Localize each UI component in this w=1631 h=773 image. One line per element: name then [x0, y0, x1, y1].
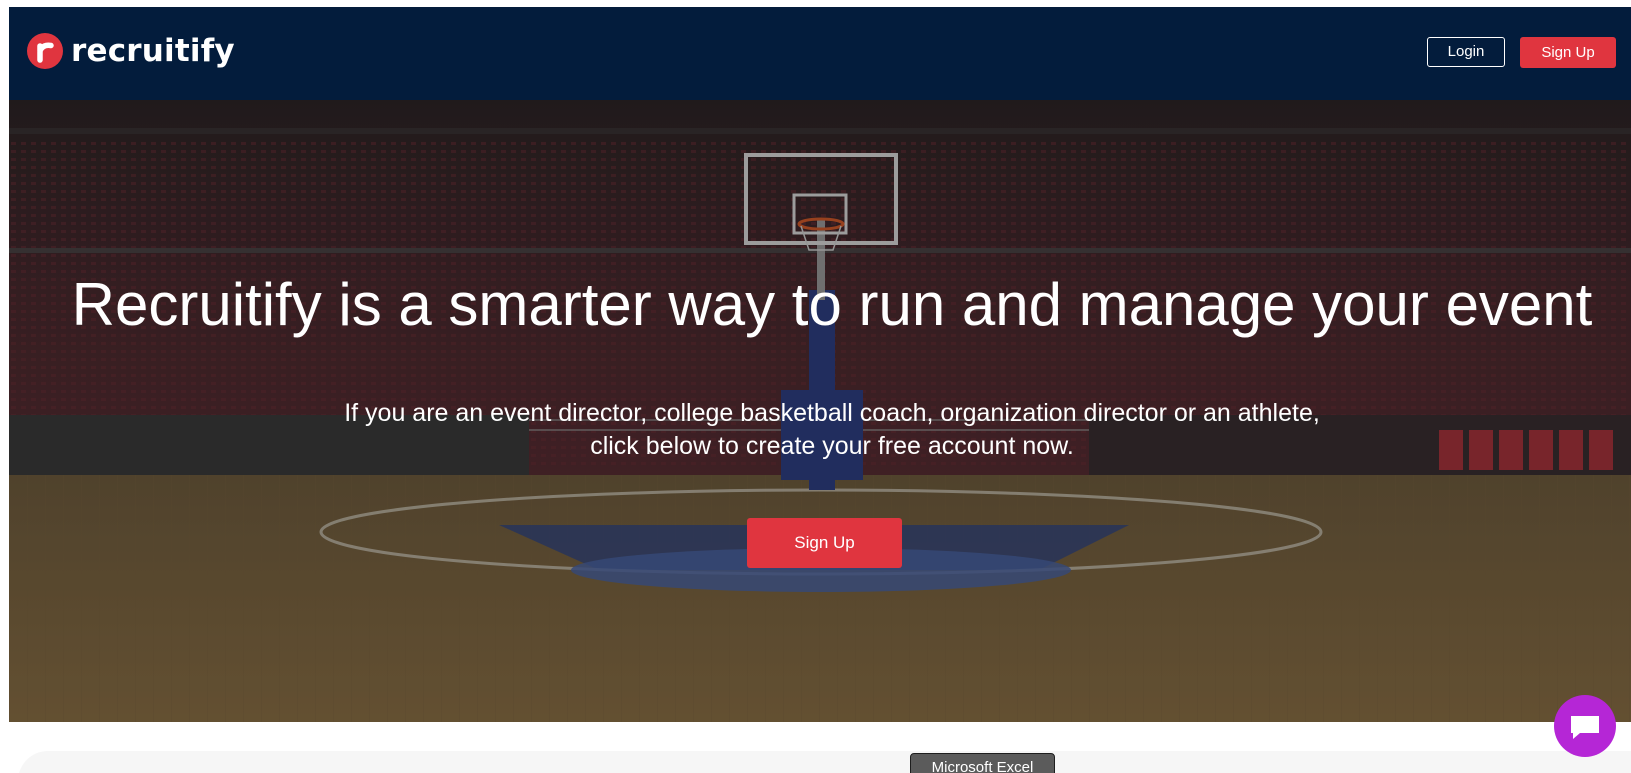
app-tooltip: Microsoft Excel — [910, 753, 1055, 773]
top-navbar: recruitify Login Sign Up — [9, 7, 1631, 100]
nav-signup-button[interactable]: Sign Up — [1520, 37, 1616, 68]
hero-subtitle: If you are an event director, college ba… — [9, 397, 1631, 463]
logo-wordmark: recruitify — [71, 33, 235, 69]
hero-subtitle-line2: click below to create your free account … — [590, 432, 1074, 460]
landing-page: recruitify Login Sign Up Recruitify is a… — [0, 0, 1631, 773]
hero-subtitle-line1: If you are an event director, college ba… — [344, 399, 1320, 427]
hero-section: Recruitify is a smarter way to run and m… — [9, 100, 1631, 722]
login-button[interactable]: Login — [1427, 37, 1505, 67]
recruitify-logo[interactable]: recruitify — [27, 33, 235, 69]
chat-button[interactable] — [1554, 695, 1616, 757]
chat-icon — [1571, 716, 1599, 739]
hero-title: Recruitify is a smarter way to run and m… — [71, 271, 1593, 338]
content-panel — [18, 751, 1631, 773]
logo-mark-icon — [27, 33, 63, 69]
hero-signup-button[interactable]: Sign Up — [747, 518, 902, 568]
